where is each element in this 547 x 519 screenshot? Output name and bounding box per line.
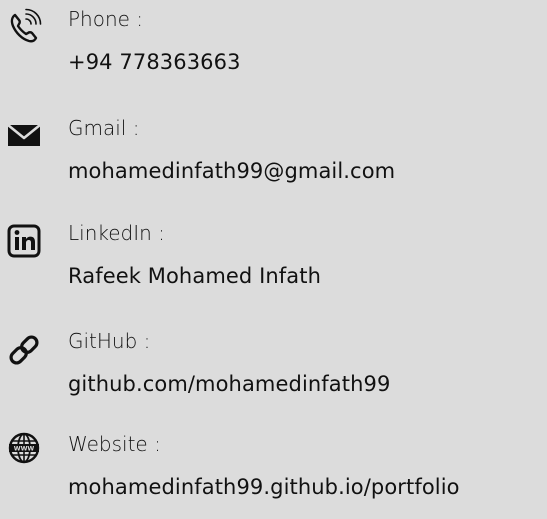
phone-icon [10, 8, 42, 43]
svg-text:WWW: WWW [14, 446, 35, 453]
contact-item-github: GitHub : github.com/mohamedinfath99 [0, 326, 547, 416]
contact-label-website: Website : [68, 432, 161, 456]
contact-label-gmail: Gmail : [68, 116, 140, 140]
contact-item-linkedin: LinkedIn : Rafeek Mohamed Infath [0, 218, 547, 308]
contact-label-phone: Phone : [68, 7, 144, 31]
linkedin-icon [7, 224, 41, 258]
contact-item-website: WWW Website : mohamedinfath99.github.io/… [0, 429, 547, 519]
link-icon [9, 335, 39, 365]
contact-item-gmail: Gmail : mohamedinfath99@gmail.com [0, 113, 547, 203]
contact-item-phone: Phone : +94 778363663 [0, 4, 547, 94]
contact-value-github[interactable]: github.com/mohamedinfath99 [68, 370, 390, 398]
contact-value-phone[interactable]: +94 778363663 [68, 48, 241, 76]
contact-label-linkedin: LinkedIn : [68, 221, 165, 245]
contact-label-github: GitHub : [68, 329, 151, 353]
contact-value-gmail[interactable]: mohamedinfath99@gmail.com [68, 157, 395, 185]
contact-value-linkedin[interactable]: Rafeek Mohamed Infath [68, 262, 321, 290]
mail-icon [7, 123, 41, 146]
contact-list: Phone : +94 778363663 Gmail : mohamedinf… [0, 0, 547, 499]
globe-icon: WWW [8, 432, 40, 464]
